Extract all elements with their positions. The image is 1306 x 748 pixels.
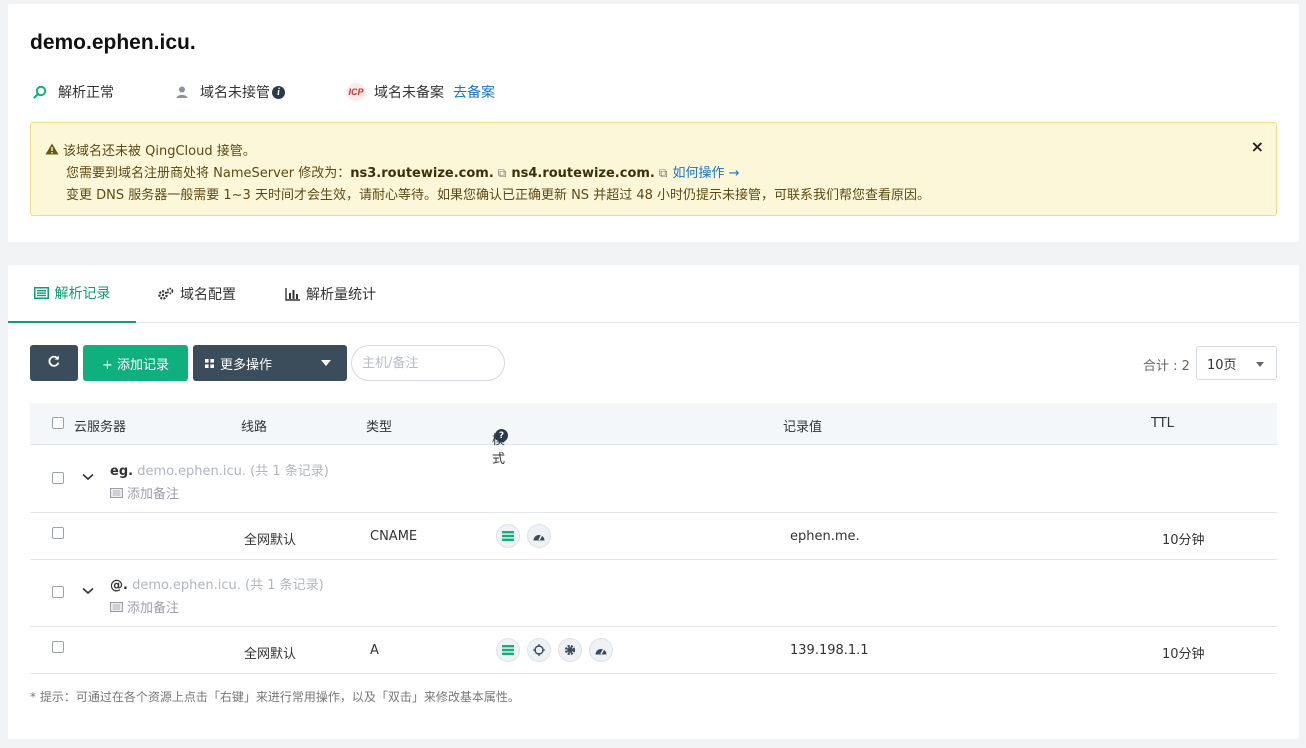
tab-records[interactable]: 解析记录	[8, 265, 136, 323]
chevron-down-icon[interactable]	[82, 470, 94, 485]
how-to-link[interactable]: 如何操作 →	[672, 166, 739, 181]
col-value: 记录值	[783, 420, 823, 435]
chevron-down-icon	[1256, 362, 1264, 367]
icp-icon: ICP	[346, 83, 366, 101]
page-size-select[interactable]: 10页	[1196, 346, 1277, 380]
group-host: eg. demo.ephen.icu. (共 1 条记录)	[110, 464, 329, 479]
add-record-button[interactable]: + 添加记录	[83, 345, 188, 381]
record-ttl: 10分钟	[1162, 533, 1205, 548]
record-mode-icon[interactable]	[496, 524, 520, 548]
note-icon	[110, 601, 123, 612]
dashboard-icon[interactable]	[527, 524, 551, 548]
col-ttl: TTL	[1151, 416, 1174, 431]
user-icon	[172, 82, 192, 102]
group-checkbox[interactable]	[52, 586, 64, 598]
record-line: 全网默认	[244, 533, 297, 548]
table-header: 云服务器 线路 类型 模式? 记录值 TTL	[30, 403, 1277, 467]
copy-icon[interactable]: ⧉	[498, 166, 507, 180]
group-checkbox[interactable]	[52, 472, 64, 484]
record-value: 139.198.1.1	[790, 643, 869, 658]
domain-summary-card: demo.ephen.icu. 解析正常 域名未接管 i ICP 域名未备案 去…	[8, 4, 1299, 242]
table-row[interactable]: 全网默认 CNAME ephen.me. 10分钟	[30, 513, 1277, 560]
alert-ns-prefix: 您需要到域名注册商处将 NameServer 修改为：	[66, 166, 351, 181]
records-card: 解析记录 域名配置 解析量统计 + 添加记录 更多操作 合计 : 2 10页	[8, 265, 1299, 739]
resolve-status-label: 解析正常	[58, 85, 114, 101]
help-icon[interactable]: ?	[495, 429, 508, 442]
group-host: @. demo.ephen.icu. (共 1 条记录)	[110, 578, 324, 593]
tab-bar: 解析记录 域名配置 解析量统计	[8, 265, 1299, 323]
total-count: 合计 : 2	[1143, 359, 1190, 374]
add-note-link[interactable]: 添加备注	[110, 483, 179, 502]
refresh-button[interactable]	[30, 345, 78, 381]
chevron-down-icon	[321, 360, 331, 366]
mode-icons	[496, 524, 558, 548]
select-all-checkbox[interactable]	[52, 417, 64, 429]
tab-domain-config[interactable]: 域名配置	[158, 265, 236, 323]
warning-icon	[45, 143, 59, 159]
alert-title: 该域名还未被 QingCloud 接管。	[63, 144, 256, 159]
record-group[interactable]: eg. demo.ephen.icu. (共 1 条记录) 添加备注	[30, 446, 1277, 513]
target-icon[interactable]	[527, 638, 551, 662]
col-line: 线路	[241, 420, 268, 435]
dashboard-icon[interactable]	[589, 638, 613, 662]
row-checkbox[interactable]	[52, 527, 64, 539]
info-icon[interactable]: i	[272, 85, 285, 99]
add-note-link[interactable]: 添加备注	[110, 597, 179, 616]
managed-status-label: 域名未接管	[200, 85, 270, 101]
tab-records-label: 解析记录	[54, 286, 111, 302]
domain-status-row: 解析正常 域名未接管 i ICP 域名未备案 去备案	[30, 82, 495, 102]
page-size-value: 10页	[1207, 357, 1237, 373]
search-input[interactable]	[351, 345, 505, 381]
refresh-icon	[47, 354, 61, 372]
nameserver-alert: 该域名还未被 QingCloud 接管。 您需要到域名注册商处将 NameSer…	[30, 122, 1277, 216]
note-icon	[110, 487, 123, 498]
table-row[interactable]: 全网默认 A 139.198.1.1 10分钟	[30, 627, 1277, 674]
grid-icon	[205, 358, 214, 368]
icp-status: ICP 域名未备案 去备案	[346, 82, 495, 102]
alert-detail: 变更 DNS 服务器一般需要 1~3 天时间才会生效，请耐心等待。如果您确认已正…	[66, 188, 930, 203]
domain-title: demo.ephen.icu.	[30, 31, 196, 54]
icp-register-link[interactable]: 去备案	[453, 82, 495, 102]
record-mode-icon[interactable]	[496, 638, 520, 662]
close-icon[interactable]: ×	[1251, 137, 1264, 156]
gears-icon	[158, 287, 174, 301]
nameserver-2: ns4.routewize.com.	[511, 166, 655, 181]
mode-icons	[496, 638, 620, 662]
more-actions-label: 更多操作	[220, 357, 273, 373]
record-type: CNAME	[370, 529, 418, 544]
usage-hint: * 提示：可通过在各个资源上点击「右键」来进行常用操作，以及「双击」来修改基本属…	[30, 690, 520, 704]
col-server: 云服务器	[74, 420, 127, 435]
record-group[interactable]: @. demo.ephen.icu. (共 1 条记录) 添加备注	[30, 560, 1277, 627]
record-line: 全网默认	[244, 647, 297, 662]
resolve-status: 解析正常	[30, 82, 172, 102]
record-type: A	[370, 643, 379, 658]
tab-query-stats[interactable]: 解析量统计	[285, 265, 376, 323]
bar-chart-icon	[285, 287, 300, 301]
gear-icon[interactable]	[558, 638, 582, 662]
record-ttl: 10分钟	[1162, 647, 1205, 662]
nameserver-1: ns3.routewize.com.	[350, 166, 494, 181]
managed-status: 域名未接管 i	[172, 82, 346, 102]
more-actions-button[interactable]: 更多操作	[193, 345, 347, 381]
row-checkbox[interactable]	[52, 641, 64, 653]
tab-domain-config-label: 域名配置	[180, 287, 236, 303]
record-value: ephen.me.	[790, 529, 860, 544]
tab-query-stats-label: 解析量统计	[306, 287, 376, 303]
icp-status-label: 域名未备案	[374, 85, 444, 101]
list-icon	[33, 287, 49, 299]
col-type: 类型	[366, 420, 393, 435]
search-status-icon	[30, 82, 50, 102]
copy-icon[interactable]: ⧉	[659, 166, 668, 180]
chevron-down-icon[interactable]	[82, 584, 94, 599]
